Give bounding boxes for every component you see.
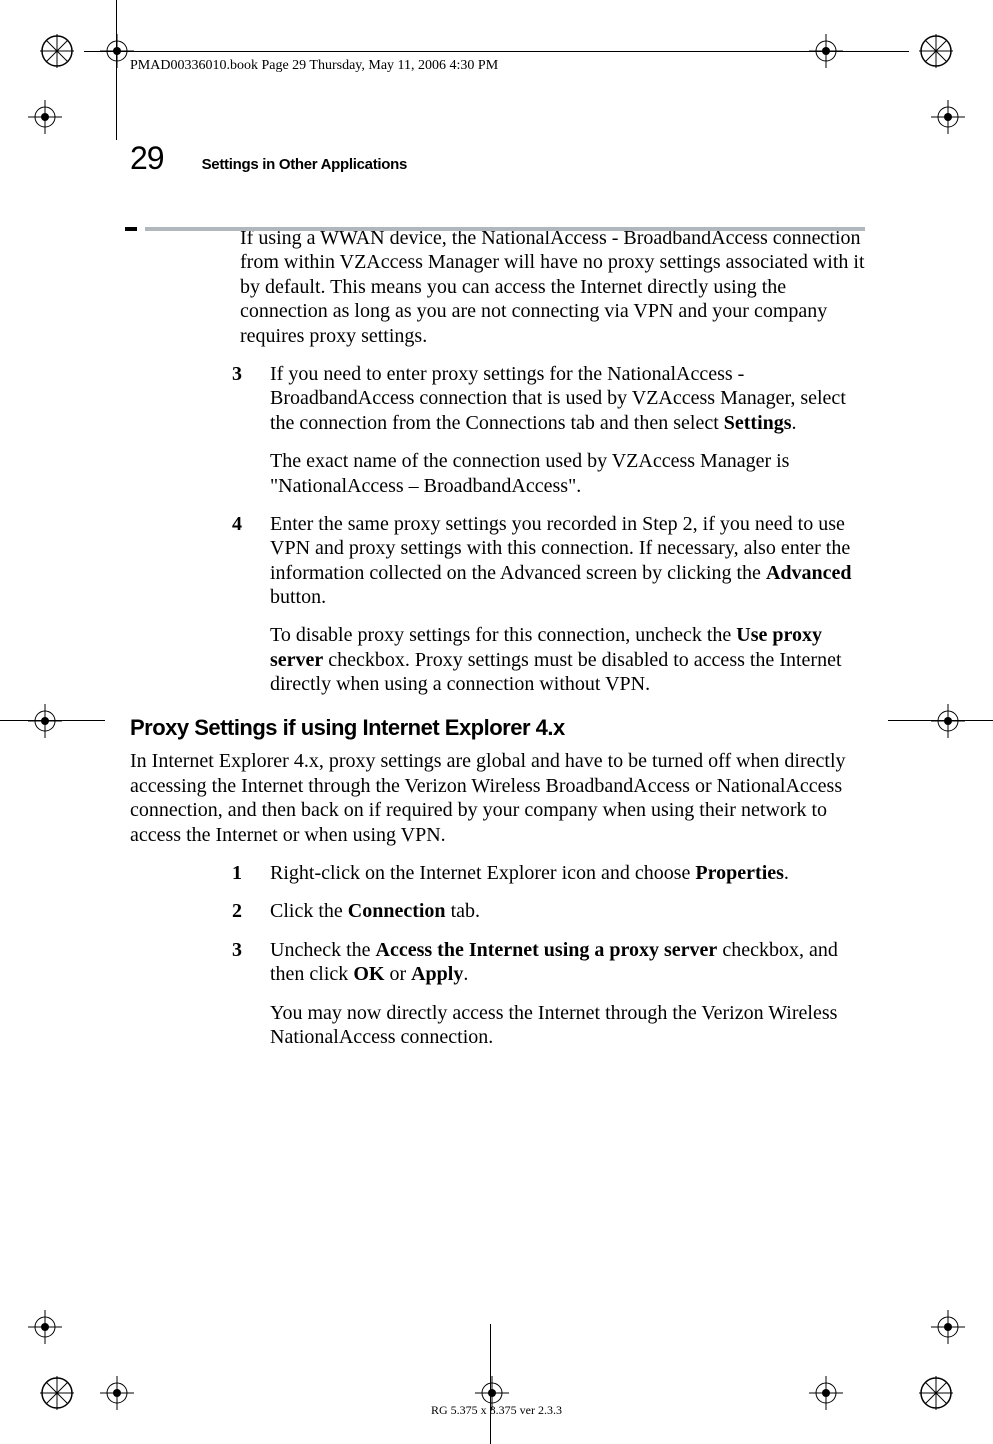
step-item: 2 Click the Connection tab. xyxy=(240,899,865,923)
crop-guide xyxy=(116,0,117,140)
step-number: 2 xyxy=(212,899,242,923)
step-note: You may now directly access the Internet… xyxy=(240,1001,865,1050)
crop-guide xyxy=(490,1324,491,1444)
body-paragraph: In Internet Explorer 4.x, proxy settings… xyxy=(130,749,865,847)
register-mark-icon xyxy=(931,704,965,738)
register-mark-icon xyxy=(28,704,62,738)
register-mark-icon xyxy=(28,1310,62,1344)
running-header: PMAD00336010.book Page 29 Thursday, May … xyxy=(130,58,498,74)
step-text: Uncheck the Access the Internet using a … xyxy=(270,939,838,985)
body-paragraph: If using a WWAN device, the NationalAcce… xyxy=(240,226,865,348)
step-item: 3 If you need to enter proxy settings fo… xyxy=(240,362,865,435)
step-note: The exact name of the connection used by… xyxy=(240,449,865,498)
crop-guide xyxy=(888,720,993,721)
header-rule xyxy=(84,51,909,52)
crop-mark-icon xyxy=(40,34,74,68)
step-item: 1 Right-click on the Internet Explorer i… xyxy=(240,861,865,885)
register-mark-icon xyxy=(28,100,62,134)
section-title: Settings in Other Applications xyxy=(202,156,407,173)
step-number: 1 xyxy=(212,861,242,885)
step-text: Click the Connection tab. xyxy=(270,900,480,922)
step-note: To disable proxy settings for this conne… xyxy=(240,623,865,696)
register-mark-icon xyxy=(931,1310,965,1344)
crop-guide xyxy=(0,720,105,721)
step-number: 3 xyxy=(212,362,242,386)
subheading: Proxy Settings if using Internet Explore… xyxy=(130,715,865,742)
step-text: If you need to enter proxy settings for … xyxy=(270,363,846,434)
page-number: 29 xyxy=(130,140,164,177)
register-mark-icon xyxy=(931,100,965,134)
step-item: 4 Enter the same proxy settings you reco… xyxy=(240,512,865,610)
step-text: Right-click on the Internet Explorer ico… xyxy=(270,862,789,884)
step-text: Enter the same proxy settings you record… xyxy=(270,513,852,608)
step-item: 3 Uncheck the Access the Internet using … xyxy=(240,938,865,987)
footer-text: RG 5.375 x 8.375 ver 2.3.3 xyxy=(0,1403,993,1418)
step-number: 4 xyxy=(212,512,242,536)
crop-mark-icon xyxy=(919,34,953,68)
section-rule xyxy=(130,191,865,196)
step-number: 3 xyxy=(212,938,242,962)
